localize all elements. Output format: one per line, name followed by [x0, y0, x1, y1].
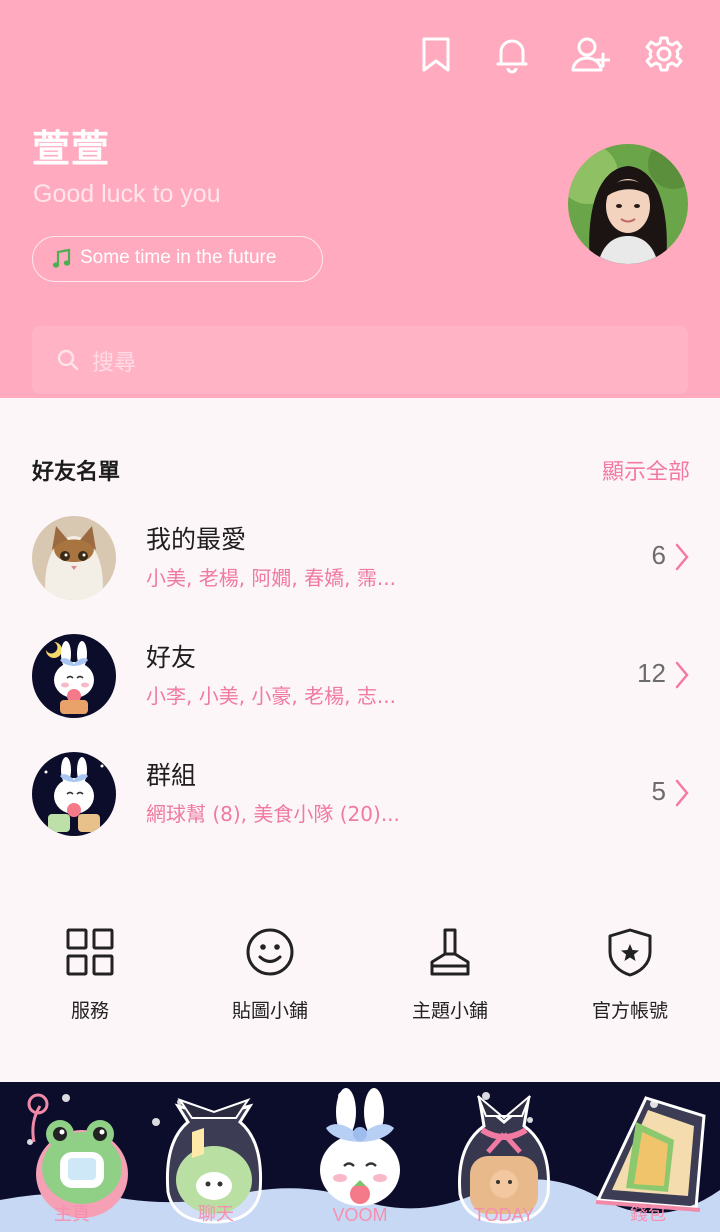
row-title: 群組 — [146, 761, 197, 790]
tab-wallet[interactable]: 錢包 — [576, 1082, 720, 1232]
search-input[interactable]: 搜尋 — [32, 326, 688, 394]
official-accounts-label: 官方帳號 — [591, 1000, 668, 1022]
status-message[interactable]: Good luck to you — [33, 180, 221, 209]
row-title: 好友 — [146, 643, 197, 672]
chevron-right-icon — [675, 543, 689, 571]
services-label: 服務 — [70, 1000, 109, 1022]
smiley-icon — [246, 928, 294, 976]
tab-home[interactable]: 主頁 — [0, 1082, 144, 1232]
tab-home-label: 主頁 — [54, 1204, 90, 1224]
tab-voom-label: VOOM — [332, 1205, 388, 1225]
tab-chat[interactable]: 聊天 — [144, 1082, 288, 1232]
gear-icon[interactable] — [644, 34, 684, 74]
music-button[interactable]: Some time in the future — [32, 236, 323, 282]
chevron-right-icon — [675, 661, 689, 689]
row-title: 我的最愛 — [146, 525, 247, 554]
chevron-right-icon — [675, 779, 689, 807]
row-subtitle: 網球幫 (8), 美食小隊 (20)... — [146, 802, 400, 826]
tab-voom[interactable]: VOOM — [288, 1082, 432, 1232]
show-all-link[interactable]: 顯示全部 — [602, 454, 690, 486]
cat-avatar — [32, 516, 116, 600]
row-count: 5 — [651, 776, 666, 806]
brush-icon — [430, 928, 470, 976]
profile-header: 萱萱 Good luck to you Some time in the fut… — [0, 0, 720, 398]
bottom-tab-bar: 主頁 聊天 VOOM TODAY 錢包 — [0, 1082, 720, 1232]
row-subtitle: 小李, 小美, 小豪, 老楊, 志... — [146, 684, 396, 708]
list-item-favorites[interactable]: 我的最愛 小美, 老楊, 阿嫺, 春嬌, 霈... 6 — [0, 516, 720, 616]
bookmark-icon[interactable] — [416, 34, 456, 74]
row-count: 12 — [637, 658, 666, 688]
sticker-shop-label: 貼圖小鋪 — [231, 1000, 308, 1022]
row-count: 6 — [651, 540, 666, 570]
official-accounts-button[interactable]: 官方帳號 — [540, 926, 720, 1036]
music-note-icon — [52, 248, 71, 268]
tab-chat-label: 聊天 — [198, 1204, 234, 1224]
profile-avatar[interactable] — [568, 144, 688, 264]
list-item-groups[interactable]: 群組 網球幫 (8), 美食小隊 (20)... 5 — [0, 752, 720, 852]
bunny-group-avatar — [32, 752, 116, 836]
theme-shop-button[interactable]: 主題小鋪 — [360, 926, 540, 1036]
profile-name[interactable]: 萱萱 — [32, 118, 110, 173]
search-placeholder: 搜尋 — [92, 351, 137, 376]
music-title: Some time in the future — [80, 247, 277, 268]
add-friend-icon[interactable] — [570, 34, 611, 74]
tab-wallet-label: 錢包 — [630, 1204, 666, 1224]
grid-icon — [66, 928, 114, 976]
theme-shop-label: 主題小鋪 — [411, 1000, 488, 1022]
bell-icon[interactable] — [492, 34, 532, 74]
list-item-friends[interactable]: 好友 小李, 小美, 小豪, 老楊, 志... 12 — [0, 634, 720, 734]
bunny-avatar — [32, 634, 116, 718]
services-button[interactable]: 服務 — [0, 926, 180, 1036]
row-subtitle: 小美, 老楊, 阿嫺, 春嬌, 霈... — [146, 566, 396, 590]
shield-star-icon — [608, 928, 652, 977]
friend-list-title: 好友名單 — [32, 460, 121, 485]
search-icon — [57, 349, 79, 371]
tab-today[interactable]: TODAY — [432, 1082, 576, 1232]
tab-today-label: TODAY — [473, 1205, 535, 1225]
sticker-shop-button[interactable]: 貼圖小鋪 — [180, 926, 360, 1036]
